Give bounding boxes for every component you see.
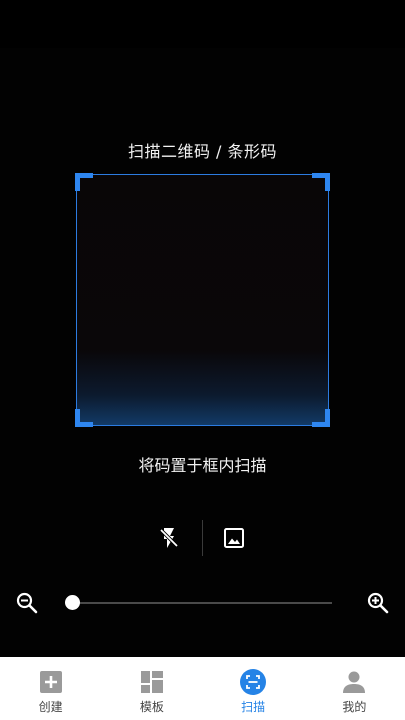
- zoom-out-icon: [16, 592, 38, 614]
- tab-create[interactable]: 创建: [0, 657, 101, 720]
- gallery-button[interactable]: [218, 522, 250, 554]
- scan-icon: [240, 669, 267, 695]
- scan-hint: 将码置于框内扫描: [138, 456, 267, 475]
- person-icon: [343, 671, 366, 693]
- frame-corner-bottom-right: [312, 409, 330, 427]
- zoom-in-button[interactable]: [365, 590, 391, 616]
- status-bar: [0, 0, 405, 48]
- scan-frame: [75, 173, 330, 427]
- zoom-out-button[interactable]: [14, 590, 40, 616]
- zoom-slider-track[interactable]: [72, 602, 332, 604]
- frame-corner-top-right: [312, 173, 330, 191]
- frame-corner-bottom-left: [75, 409, 93, 427]
- tab-scan[interactable]: 扫描: [203, 657, 304, 720]
- image-icon: [224, 528, 244, 548]
- tab-profile[interactable]: 我的: [304, 657, 405, 720]
- flash-off-icon: [159, 528, 179, 548]
- add-box-icon: [39, 671, 62, 693]
- flash-toggle-button[interactable]: [153, 522, 185, 554]
- zoom-slider-thumb[interactable]: [64, 595, 80, 610]
- tool-divider: [202, 520, 203, 556]
- zoom-in-icon: [367, 592, 389, 614]
- scan-title: 扫描二维码 / 条形码: [127, 142, 278, 161]
- tab-templates-label: 模板: [139, 700, 164, 714]
- tab-templates[interactable]: 模板: [101, 657, 202, 720]
- tab-profile-label: 我的: [342, 700, 367, 714]
- tab-scan-label: 扫描: [241, 700, 266, 714]
- frame-corner-top-left: [75, 173, 93, 191]
- bottom-tab-bar: 创建 模板 扫描 我的: [0, 657, 405, 720]
- template-grid-icon: [140, 671, 163, 693]
- tab-create-label: 创建: [38, 700, 63, 714]
